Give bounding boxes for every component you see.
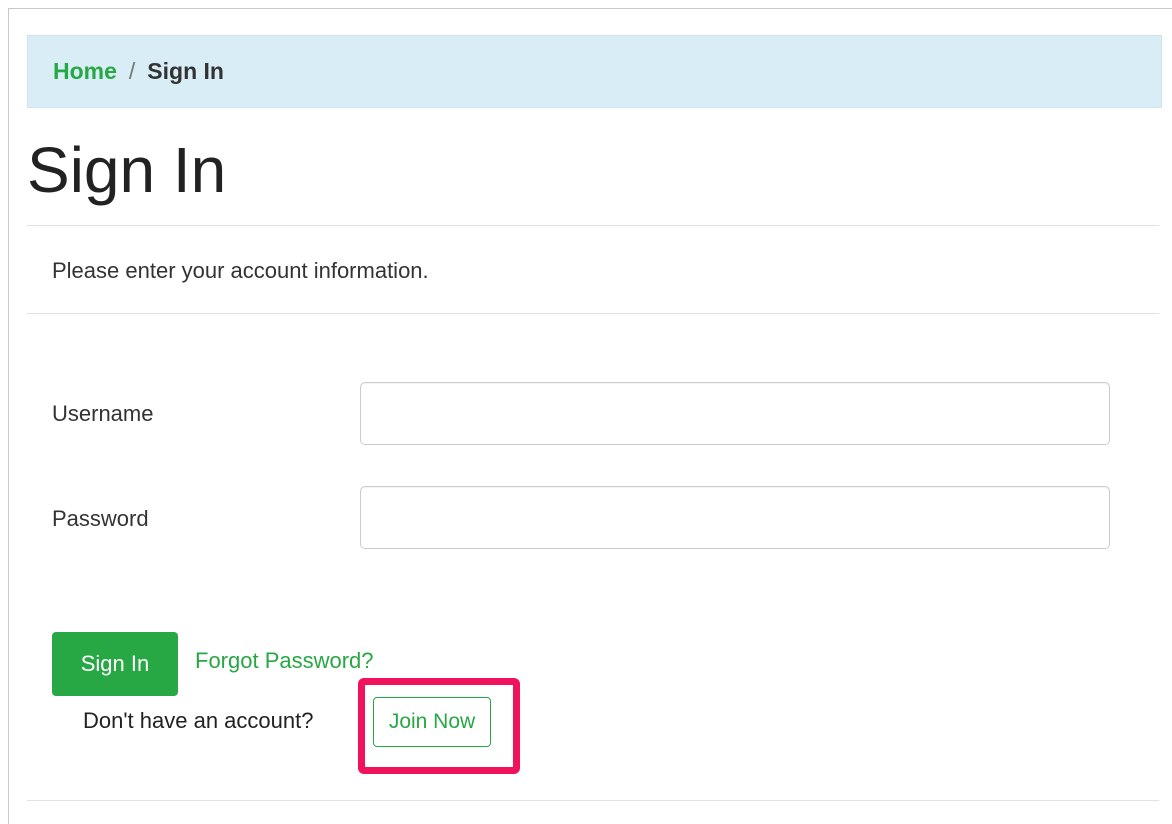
divider-bottom [27,800,1159,801]
highlight-box [358,678,520,774]
password-label: Password [52,506,149,531]
sign-in-button[interactable]: Sign In [52,632,178,696]
username-label: Username [52,401,154,426]
intro-text: Please enter your account information. [52,258,429,283]
page-title: Sign In [27,134,227,206]
breadcrumb-separator: / [128,58,136,84]
divider-middle [27,313,1159,314]
forgot-password-link[interactable]: Forgot Password? [195,648,374,674]
breadcrumb-home-link[interactable]: Home [53,58,117,85]
breadcrumb-current: Sign In [147,58,224,84]
username-input[interactable] [360,382,1110,445]
breadcrumb: Home / Sign In [27,35,1162,108]
password-input[interactable] [360,486,1110,549]
no-account-text: Don't have an account? [83,708,314,733]
divider-top [27,225,1159,226]
